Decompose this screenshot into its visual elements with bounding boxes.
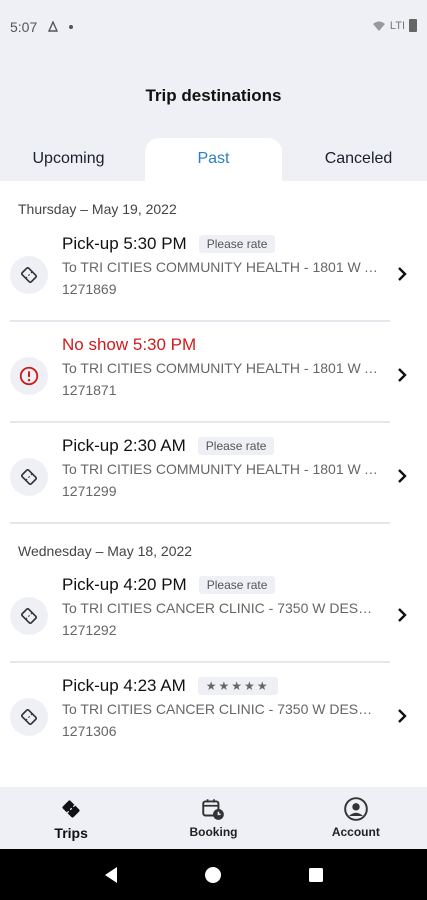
nav-trips-label: Trips <box>54 825 88 841</box>
back-button[interactable] <box>91 855 131 895</box>
trip-title: Pick-up 5:30 PM <box>62 234 187 253</box>
trip-row[interactable]: Pick-up 4:23 AM ★★★★★ To TRI CITIES CANC… <box>10 664 407 764</box>
trip-id: 1271292 <box>62 622 117 638</box>
trip-destination: To TRI CITIES CANCER CLINIC - 7350 W DES… <box>62 701 382 717</box>
alert-icon <box>19 366 39 386</box>
trip-id: 1271869 <box>62 281 117 297</box>
ticket-icon <box>20 266 38 284</box>
star-rating: ★★★★★ <box>197 677 278 695</box>
back-triangle-icon <box>105 866 118 883</box>
status-bar: 5:07 LTI <box>0 0 427 56</box>
account-icon <box>342 795 370 823</box>
trip-destination: To TRI CITIES COMMUNITY HEALTH - 1801 W … <box>62 360 382 376</box>
trip-title: Pick-up 4:23 AM <box>62 676 186 695</box>
tab-upcoming[interactable]: Upcoming <box>0 138 137 182</box>
trip-title-line: No show 5:30 PM <box>62 335 196 355</box>
trip-row[interactable]: Pick-up 2:30 AM Please rate To TRI CITIE… <box>10 424 407 524</box>
trip-icon-wrap <box>10 597 48 635</box>
trip-title: Pick-up 4:20 PM <box>62 575 187 594</box>
trip-row[interactable]: No show 5:30 PM To TRI CITIES COMMUNITY … <box>10 323 407 423</box>
rate-badge: Please rate <box>198 576 276 594</box>
home-circle-icon <box>205 866 222 883</box>
trip-icon-wrap <box>10 256 48 294</box>
date-header: Wednesday – May 18, 2022 <box>18 543 193 559</box>
network-label: LTI <box>389 19 405 32</box>
nav-account[interactable]: Account <box>285 787 427 849</box>
trip-list: Thursday – May 19, 2022 Pick-up 5:30 PM … <box>0 181 427 787</box>
battery-icon <box>409 19 417 32</box>
tab-past[interactable]: Past <box>145 138 282 182</box>
row-divider <box>10 522 390 524</box>
chevron-right-icon <box>392 365 412 385</box>
trip-id: 1271299 <box>62 483 117 499</box>
trip-id: 1271306 <box>62 723 117 739</box>
wifi-icon <box>372 21 385 31</box>
ticket-icon <box>57 795 85 823</box>
trip-icon-wrap <box>10 458 48 496</box>
chevron-right-icon <box>392 466 412 486</box>
trip-icon-wrap <box>10 357 48 395</box>
ticket-icon <box>20 468 38 486</box>
trip-title-line: Pick-up 5:30 PM Please rate <box>62 234 276 254</box>
chevron-right-icon <box>392 264 412 284</box>
trip-title: No show 5:30 PM <box>62 335 197 354</box>
rate-badge: Please rate <box>197 437 275 455</box>
row-divider <box>10 661 390 663</box>
tab-canceled[interactable]: Canceled <box>290 138 427 182</box>
recents-button[interactable] <box>296 855 336 895</box>
bottom-nav: Trips Booking Account <box>0 787 427 849</box>
row-divider <box>10 320 390 322</box>
notification-icon <box>48 21 59 32</box>
system-nav-bar <box>0 849 427 900</box>
status-time: 5:07 <box>10 19 38 35</box>
trip-title-line: Pick-up 2:30 AM Please rate <box>62 436 275 456</box>
trip-destination: To TRI CITIES CANCER CLINIC - 7350 W DES… <box>62 600 382 616</box>
trip-id: 1271871 <box>62 382 117 398</box>
calendar-clock-icon <box>199 795 227 823</box>
page-title: Trip destinations <box>145 86 282 105</box>
trip-destination: To TRI CITIES COMMUNITY HEALTH - 1801 W … <box>62 259 382 275</box>
trip-title: Pick-up 2:30 AM <box>62 436 186 455</box>
recents-square-icon <box>308 867 323 882</box>
notification-dot <box>69 25 74 29</box>
chevron-right-icon <box>392 605 412 625</box>
nav-booking[interactable]: Booking <box>142 787 284 849</box>
trip-title-line: Pick-up 4:23 AM ★★★★★ <box>62 676 278 696</box>
nav-trips[interactable]: Trips <box>0 787 142 849</box>
rate-badge: Please rate <box>198 235 276 253</box>
trip-icon-wrap <box>10 698 48 736</box>
home-button[interactable] <box>193 855 233 895</box>
date-header: Thursday – May 19, 2022 <box>18 201 177 217</box>
trip-destination: To TRI CITIES COMMUNITY HEALTH - 1801 W … <box>62 461 382 477</box>
ticket-icon <box>20 607 38 625</box>
trip-row[interactable]: Pick-up 4:20 PM Please rate To TRI CITIE… <box>10 563 407 663</box>
trip-row[interactable]: Pick-up 5:30 PM Please rate To TRI CITIE… <box>10 222 407 322</box>
chevron-right-icon <box>392 706 412 726</box>
row-divider <box>10 421 390 423</box>
trip-title-line: Pick-up 4:20 PM Please rate <box>62 575 276 595</box>
nav-booking-label: Booking <box>189 825 238 839</box>
ticket-icon <box>20 708 38 726</box>
nav-account-label: Account <box>331 825 380 839</box>
trip-tabs: Upcoming Past Canceled <box>0 138 427 182</box>
